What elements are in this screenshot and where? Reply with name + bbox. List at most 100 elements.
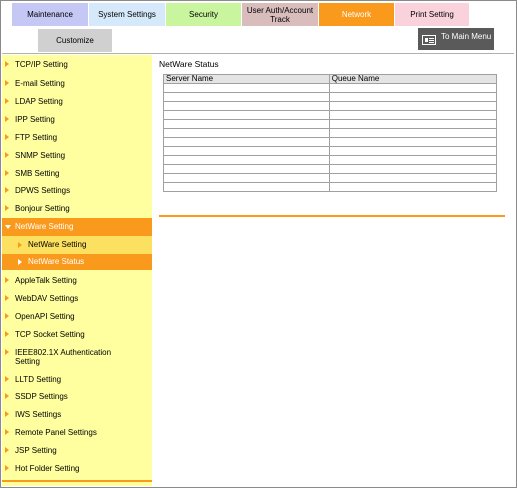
arrow-right-icon	[5, 376, 9, 382]
sidebar-item-ldap[interactable]: LDAP Setting	[2, 97, 152, 106]
sidebar-item-label: JSP Setting	[15, 446, 57, 455]
arrow-right-icon	[5, 411, 9, 417]
table-cell	[328, 137, 498, 147]
tab-system-settings[interactable]: System Settings	[89, 3, 165, 26]
column-header-queue-name: Queue Name	[328, 74, 498, 84]
table-cell	[328, 182, 498, 192]
sidebar-bottom-rule	[2, 480, 152, 482]
arrow-right-icon	[5, 313, 9, 319]
table-row	[163, 155, 498, 165]
table-cell	[328, 146, 498, 156]
arrow-down-icon	[5, 225, 11, 229]
sidebar-item-email[interactable]: E-mail Setting	[2, 79, 152, 88]
tab-customize[interactable]: Customize	[38, 29, 112, 52]
table-cell	[163, 164, 330, 174]
sidebar-item-iws[interactable]: IWS Settings	[2, 410, 152, 419]
arrow-right-icon	[18, 259, 22, 265]
table-cell	[328, 128, 498, 138]
sidebar-item-snmp[interactable]: SNMP Setting	[2, 151, 152, 160]
table-row	[163, 128, 498, 138]
content-bottom-rule	[159, 215, 505, 217]
tab-user-auth-account-track[interactable]: User Auth/Account Track	[242, 3, 318, 26]
header-divider	[2, 53, 514, 54]
sidebar-item-tcpip[interactable]: TCP/IP Setting	[2, 60, 152, 69]
sidebar-item-ftp[interactable]: FTP Setting	[2, 133, 152, 142]
sidebar-item-label: TCP/IP Setting	[15, 60, 68, 69]
arrow-right-icon	[5, 98, 9, 104]
sidebar-item-label: IEEE802.1X Authentication Setting	[15, 348, 112, 366]
arrow-right-icon	[5, 349, 9, 355]
sidebar-item-label: OpenAPI Setting	[15, 312, 75, 321]
arrow-right-icon	[5, 429, 9, 435]
main-menu-icon	[422, 35, 436, 45]
sidebar-item-smb[interactable]: SMB Setting	[2, 169, 152, 178]
arrow-right-icon	[5, 134, 9, 140]
arrow-right-icon	[5, 205, 9, 211]
sidebar-item-ipp[interactable]: IPP Setting	[2, 115, 152, 124]
sidebar-item-appletalk[interactable]: AppleTalk Setting	[2, 276, 152, 285]
column-header-server-name: Server Name	[163, 74, 330, 84]
table-cell	[163, 173, 330, 183]
sidebar-item-webdav[interactable]: WebDAV Settings	[2, 294, 152, 303]
sidebar-item-netware-setting[interactable]: NetWare Setting	[2, 236, 152, 254]
table-cell	[328, 155, 498, 165]
sidebar-item-label: IWS Settings	[15, 410, 62, 419]
sidebar-item-lltd[interactable]: LLTD Setting	[2, 375, 152, 384]
sidebar-item-label: Remote Panel Settings	[15, 428, 97, 437]
sidebar-item-jsp[interactable]: JSP Setting	[2, 446, 152, 455]
sidebar-item-bonjour[interactable]: Bonjour Setting	[2, 204, 152, 213]
arrow-right-icon	[18, 242, 22, 248]
table-cell	[163, 92, 330, 102]
table-row	[163, 182, 498, 192]
table-cell	[163, 128, 330, 138]
table-row	[163, 119, 498, 129]
arrow-right-icon	[5, 187, 9, 193]
sidebar-item-netware-group[interactable]: NetWare Setting	[2, 218, 152, 236]
sidebar-item-netware-status[interactable]: NetWare Status	[2, 254, 152, 270]
sidebar-item-label: LDAP Setting	[15, 97, 63, 106]
sidebar-item-label: DPWS Settings	[15, 186, 71, 195]
table-cell	[163, 182, 330, 192]
table-cell	[328, 92, 498, 102]
sidebar-item-label: TCP Socket Setting	[15, 330, 85, 339]
table-row	[163, 137, 498, 147]
tab-print-setting[interactable]: Print Setting	[395, 3, 469, 26]
sidebar-item-ssdp[interactable]: SSDP Settings	[2, 392, 152, 401]
sidebar-item-label: WebDAV Settings	[15, 294, 79, 303]
arrow-right-icon	[5, 295, 9, 301]
arrow-right-icon	[5, 277, 9, 283]
arrow-right-icon	[5, 80, 9, 86]
table-cell	[328, 83, 498, 93]
sidebar-item-hot-folder[interactable]: Hot Folder Setting	[2, 464, 152, 473]
sidebar-item-tcp-socket[interactable]: TCP Socket Setting	[2, 330, 152, 339]
sidebar-item-label: IPP Setting	[15, 115, 55, 124]
arrow-right-icon	[5, 447, 9, 453]
table-row	[163, 110, 498, 120]
sidebar-item-label: NetWare Setting	[15, 222, 74, 231]
sidebar-item-openapi[interactable]: OpenAPI Setting	[2, 312, 152, 321]
tab-security[interactable]: Security	[166, 3, 241, 26]
table-row	[163, 173, 498, 183]
table-cell	[328, 119, 498, 129]
table-cell	[328, 110, 498, 120]
to-main-menu-label: To Main Menu	[441, 32, 492, 41]
to-main-menu-button[interactable]: To Main Menu	[418, 28, 494, 50]
table-cell	[328, 173, 498, 183]
sidebar-item-label: SMB Setting	[15, 169, 60, 178]
table-cell	[163, 119, 330, 129]
sidebar-item-dpws[interactable]: DPWS Settings	[2, 186, 152, 195]
sidebar-item-label: FTP Setting	[15, 133, 58, 142]
sidebar-item-ieee8021x[interactable]: IEEE802.1X Authentication Setting	[2, 348, 152, 366]
table-cell	[163, 155, 330, 165]
tab-network[interactable]: Network	[319, 3, 394, 26]
table-row	[163, 146, 498, 156]
tab-maintenance[interactable]: Maintenance	[12, 3, 88, 26]
arrow-right-icon	[5, 465, 9, 471]
arrow-right-icon	[5, 61, 9, 67]
table-row	[163, 164, 498, 174]
table-cell	[163, 83, 330, 93]
arrow-right-icon	[5, 331, 9, 337]
sidebar-item-label: Hot Folder Setting	[15, 464, 80, 473]
table-cell	[163, 146, 330, 156]
sidebar-item-remote-panel[interactable]: Remote Panel Settings	[2, 428, 152, 437]
